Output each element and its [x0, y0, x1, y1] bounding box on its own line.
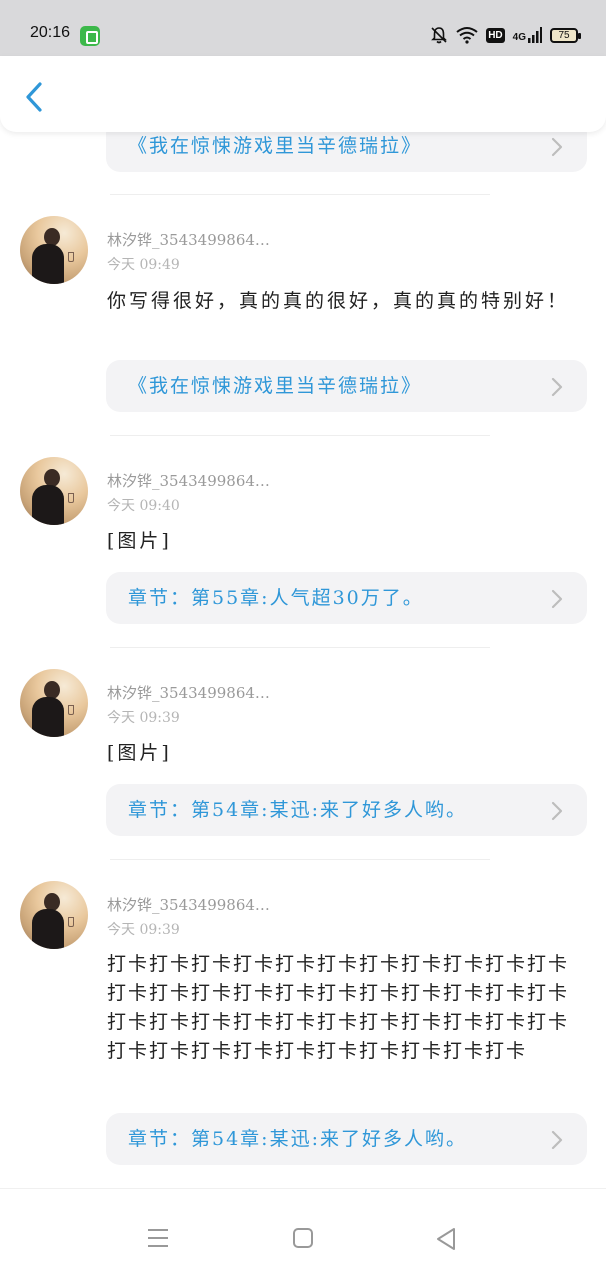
username[interactable]: 林汐铧_3543499864…: [107, 229, 270, 250]
chevron-right-icon: [551, 801, 563, 821]
chapter-link-card[interactable]: 章节：第54章:某迅:来了好多人哟。: [106, 784, 587, 836]
book-link-card[interactable]: 《我在惊悚游戏里当辛德瑞拉》: [106, 360, 587, 412]
divider: [110, 647, 490, 648]
chapter-link-text: 章节：第55章:人气超30万了。: [128, 587, 424, 609]
divider: [110, 194, 490, 195]
back-triangle-icon: [437, 1228, 455, 1250]
app-icon: [80, 26, 100, 46]
home-square-icon: [293, 1228, 313, 1248]
username[interactable]: 林汐铧_3543499864…: [107, 894, 270, 915]
comment-text: 打卡打卡打卡打卡打卡打卡打卡打卡打卡打卡打卡打卡打卡打卡打卡打卡打卡打卡打卡打卡…: [107, 953, 570, 1062]
wifi-icon: [456, 27, 478, 44]
timestamp: 今天 09:39: [107, 922, 180, 938]
chapter-link-text: 章节：第54章:某迅:来了好多人哟。: [128, 1128, 467, 1150]
chevron-right-icon: [551, 589, 563, 609]
timestamp: 今天 09:39: [107, 710, 180, 726]
chevron-left-icon: [26, 82, 42, 112]
home-button[interactable]: [292, 1227, 314, 1253]
avatar[interactable]: [20, 669, 88, 737]
timestamp: 今天 09:40: [107, 498, 180, 514]
divider: [110, 435, 490, 436]
bell-muted-icon: [431, 27, 448, 44]
signal-icon: 4G: [513, 27, 542, 43]
status-time: 20:16: [30, 24, 71, 41]
comment-text: [图片]: [107, 530, 172, 552]
network-label: 4G: [512, 32, 526, 43]
status-icons: HD 4G 75: [430, 26, 581, 44]
divider: [110, 859, 490, 860]
chapter-link-text: 章节：第54章:某迅:来了好多人哟。: [128, 799, 467, 821]
book-link-text: 《我在惊悚游戏里当辛德瑞拉》: [128, 375, 423, 397]
back-button[interactable]: [20, 80, 50, 114]
timestamp: 今天 09:49: [107, 257, 180, 273]
avatar[interactable]: [20, 216, 88, 284]
username[interactable]: 林汐铧_3543499864…: [107, 682, 270, 703]
chevron-right-icon: [551, 137, 563, 157]
avatar[interactable]: [20, 881, 88, 949]
comment-text: 你写得很好，真的真的很好，真的真的特别好！: [107, 290, 570, 312]
top-header: [0, 56, 606, 132]
back-nav-button[interactable]: [434, 1227, 458, 1255]
menu-button[interactable]: [146, 1227, 170, 1253]
chapter-link-card[interactable]: 章节：第54章:某迅:来了好多人哟。: [106, 1113, 587, 1165]
status-bar: 20:16 HD 4G 75: [0, 0, 606, 60]
menu-icon: [148, 1229, 168, 1247]
avatar[interactable]: [20, 457, 88, 525]
chevron-right-icon: [551, 377, 563, 397]
chevron-right-icon: [551, 1130, 563, 1150]
battery-icon: 75: [550, 27, 581, 43]
hd-icon: HD: [486, 27, 505, 43]
username[interactable]: 林汐铧_3543499864…: [107, 470, 270, 491]
chapter-link-card[interactable]: 章节：第55章:人气超30万了。: [106, 572, 587, 624]
comment-text: [图片]: [107, 742, 172, 764]
system-nav-bar: [0, 1188, 606, 1280]
